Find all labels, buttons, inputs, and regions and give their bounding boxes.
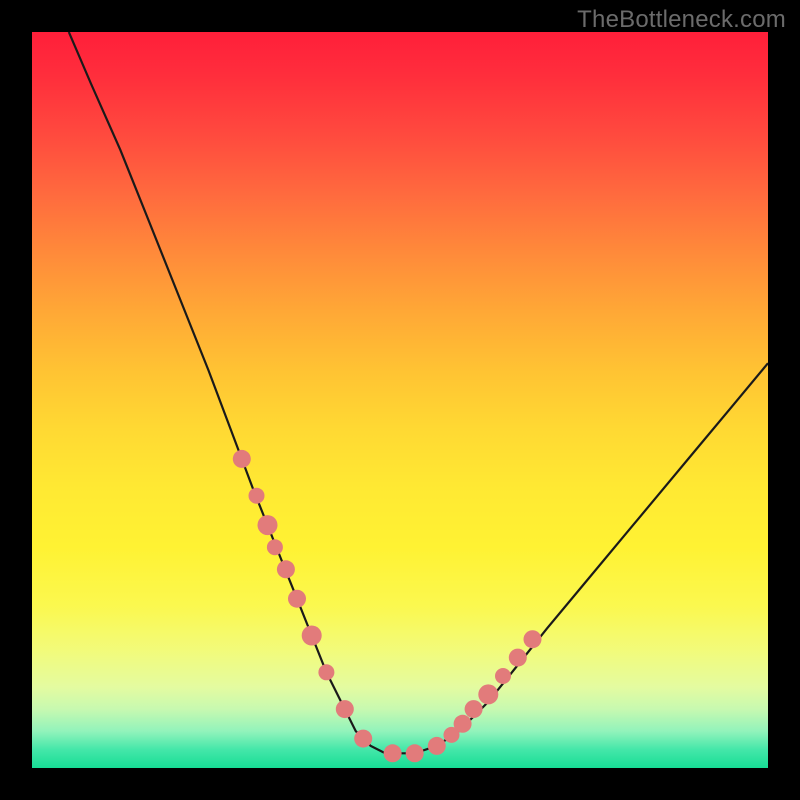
bottleneck-curve <box>32 32 768 768</box>
data-marker <box>384 744 402 762</box>
data-marker <box>465 700 483 718</box>
data-marker <box>233 450 251 468</box>
chart-frame: TheBottleneck.com <box>0 0 800 800</box>
data-marker <box>524 630 542 648</box>
data-marker <box>428 737 446 755</box>
data-marker <box>302 626 322 646</box>
plot-area <box>32 32 768 768</box>
data-marker <box>267 539 283 555</box>
data-marker <box>318 664 334 680</box>
data-marker <box>478 684 498 704</box>
data-marker <box>249 488 265 504</box>
data-marker <box>288 590 306 608</box>
watermark-text: TheBottleneck.com <box>577 6 786 34</box>
data-marker <box>258 515 278 535</box>
data-marker <box>406 744 424 762</box>
data-marker <box>454 715 472 733</box>
data-marker <box>509 649 527 667</box>
data-marker <box>354 730 372 748</box>
data-marker <box>277 560 295 578</box>
data-marker <box>336 700 354 718</box>
data-marker <box>495 668 511 684</box>
